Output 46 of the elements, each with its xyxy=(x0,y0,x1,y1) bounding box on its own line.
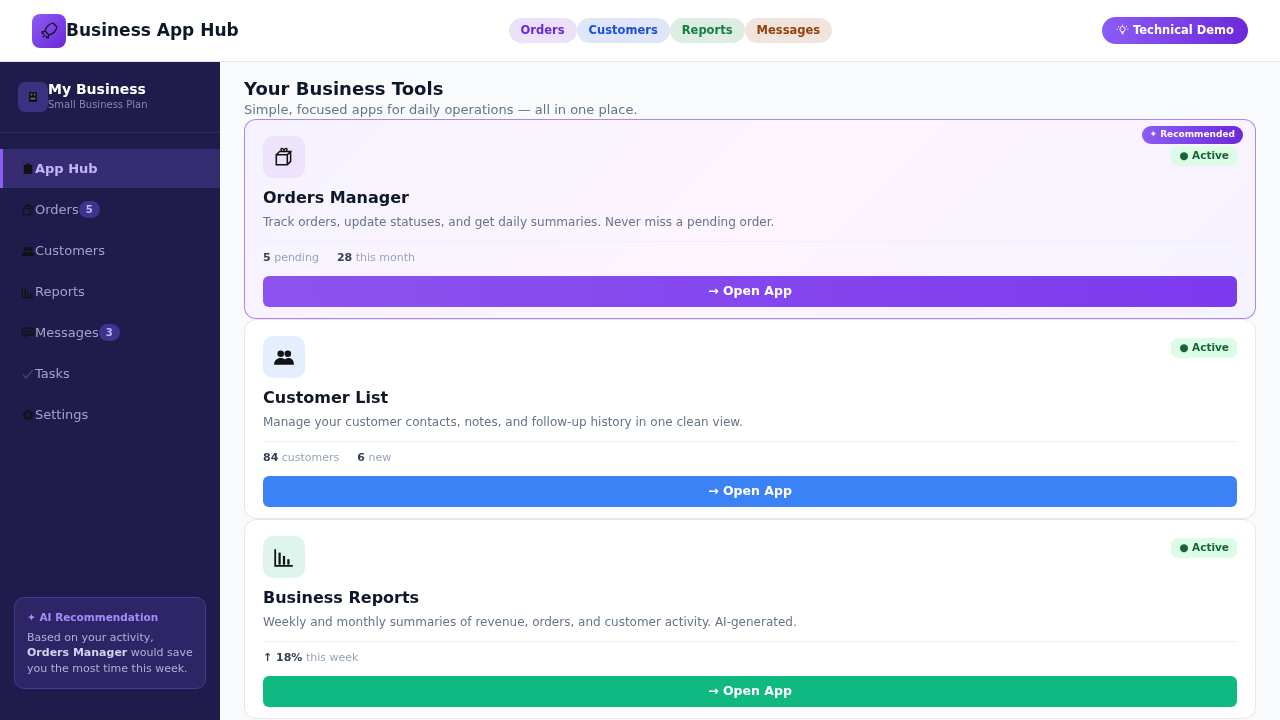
technical-demo-button[interactable]: Technical Demo xyxy=(1101,16,1248,45)
stat-text: 6 new xyxy=(357,450,392,467)
sidebar-item[interactable]: App Hub xyxy=(0,149,220,189)
page-subtitle: Simple, focused apps for daily operations — all in one place. xyxy=(244,100,639,119)
recommendation-title: ✦ AI Recommendation xyxy=(27,610,160,626)
app-title: Business App Hub xyxy=(66,18,239,42)
app-title: Orders Manager xyxy=(263,187,410,210)
stat-text: 28 this month xyxy=(336,250,415,267)
app-title: Customer List xyxy=(263,387,390,410)
sidebar-item[interactable]: Messages 3 xyxy=(0,313,220,353)
status-badge: ● Active xyxy=(1171,338,1237,358)
gift-box-icon xyxy=(21,202,35,217)
stat-text: ↑ 18% this week xyxy=(263,650,359,667)
app-description: Weekly and monthly summaries of revenue, orders, and customer activity. AI-generated. xyxy=(263,613,1237,643)
stat-text: 5 pending xyxy=(263,250,319,267)
page-title: Your Business Tools xyxy=(244,78,445,100)
status-badge: ● Active xyxy=(1171,538,1237,558)
status-badge: ● Active xyxy=(1171,146,1237,166)
nav-pill[interactable]: Messages xyxy=(744,17,833,44)
settings-icon xyxy=(21,407,35,422)
recommendation-text: Based on your activity, Orders Manager would save you the most time this week. xyxy=(27,629,193,676)
sidebar-item[interactable]: Settings xyxy=(0,395,220,435)
sidebar-item[interactable]: Customers xyxy=(0,231,220,271)
nav-pill[interactable]: Orders xyxy=(508,17,577,44)
nav-pill[interactable]: Reports xyxy=(669,17,745,44)
nav-pill[interactable]: Customers xyxy=(576,17,670,44)
rocket-logo-icon xyxy=(32,13,66,48)
count-badge: 3 xyxy=(98,324,120,342)
open-app-button[interactable]: → Open App xyxy=(263,475,1237,507)
check-icon xyxy=(21,366,35,381)
business-name: My Business xyxy=(48,82,147,98)
sidebar-item[interactable]: Orders 5 xyxy=(0,190,220,230)
plan-label: Small Business Plan xyxy=(48,98,148,113)
lightbulb-icon xyxy=(1115,24,1129,37)
app-title: Business Reports xyxy=(263,587,421,610)
app-description: Track orders, update statuses, and get daily summaries. Never miss a pending order. xyxy=(263,213,1237,243)
bar-chart-icon xyxy=(273,546,295,569)
count-badge: 5 xyxy=(78,201,100,219)
bar-chart-icon xyxy=(21,284,35,299)
speech-bubble-icon xyxy=(21,325,35,340)
sidebar-item[interactable]: Tasks xyxy=(0,354,220,394)
stat-text: 84 customers xyxy=(263,450,340,467)
app-description: Manage your customer contacts, notes, and follow-up history in one clean view. xyxy=(263,413,1237,443)
open-app-button[interactable]: → Open App xyxy=(263,275,1237,307)
recommended-badge: ✦ Recommended xyxy=(1141,126,1243,144)
sidebar-item[interactable]: Reports xyxy=(0,272,220,312)
